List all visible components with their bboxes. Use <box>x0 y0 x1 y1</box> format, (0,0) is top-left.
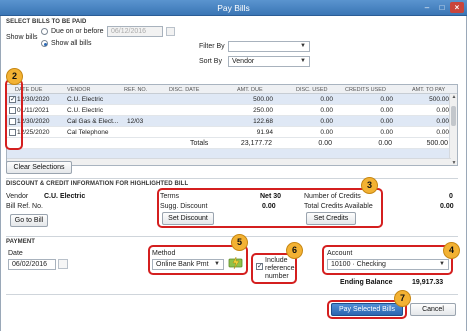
due-on-or-before-label: Due on or before <box>51 28 104 35</box>
amt-due-cell: 500.00 <box>253 96 273 103</box>
callout-badge: 4 <box>443 242 460 259</box>
divider <box>6 294 458 295</box>
table-header: DATE DUE VENDOR REF. NO. DISC. DATE AMT.… <box>7 85 457 94</box>
callout-badge: 7 <box>394 290 411 307</box>
disc-used-cell: 0.00 <box>320 96 333 103</box>
callout-badge: 2 <box>6 68 23 85</box>
total-amt-to-pay: 500.00 <box>426 140 448 147</box>
column-header[interactable]: DISC. DATE <box>169 87 199 93</box>
vendor-label: Vendor <box>6 193 29 200</box>
vendor-value: C.U. Electric <box>44 193 86 200</box>
show-bills-label: Show bills <box>6 34 38 41</box>
sort-by-select[interactable]: Vendor ▼ <box>228 56 310 67</box>
amt-to-pay-cell[interactable]: 0.00 <box>403 118 449 125</box>
amt-due-cell: 250.00 <box>253 107 273 114</box>
chevron-down-icon: ▼ <box>300 58 306 64</box>
ending-balance-label: Ending Balance <box>340 279 393 286</box>
vendor-cell: C.U. Electric <box>67 96 104 103</box>
callout-badge: 3 <box>361 177 378 194</box>
calendar-icon[interactable] <box>58 259 68 269</box>
disc-used-cell: 0.00 <box>320 107 333 114</box>
clear-selections-button[interactable]: Clear Selections <box>6 161 72 174</box>
calendar-icon[interactable] <box>166 27 175 36</box>
total-disc-used: 0.00 <box>318 140 332 147</box>
callout-box <box>5 79 23 150</box>
title-bar: Pay Bills – □ × <box>0 0 467 16</box>
due-on-or-before-radio[interactable] <box>41 28 48 35</box>
maximize-icon[interactable]: □ <box>435 2 449 13</box>
column-header[interactable]: REF. NO. <box>124 87 147 93</box>
window-title: Pay Bills <box>217 3 250 13</box>
column-header[interactable]: AMT. TO PAY <box>412 87 445 93</box>
amt-to-pay-cell[interactable]: 0.00 <box>403 107 449 114</box>
close-icon[interactable]: × <box>450 2 464 13</box>
go-to-bill-button[interactable]: Go to Bill <box>10 214 48 227</box>
table-row[interactable]: 12/30/2020 Cal Gas & Elect... 12/03 122.… <box>7 116 451 127</box>
credits-used-cell: 0.00 <box>380 96 393 103</box>
bill-ref-label: Bill Ref. No. <box>6 203 43 210</box>
amt-to-pay-cell[interactable]: 500.00 <box>403 96 449 103</box>
amt-due-cell: 122.68 <box>253 118 273 125</box>
column-header[interactable]: CREDITS USED <box>345 87 386 93</box>
payment-date-value: 06/02/2016 <box>12 261 48 268</box>
scroll-up-icon[interactable]: ▲ <box>450 94 457 100</box>
disc-used-cell: 0.00 <box>320 118 333 125</box>
due-date-field[interactable]: 06/12/2016 <box>107 26 163 37</box>
column-header[interactable]: AMT. DUE <box>237 87 263 93</box>
callout-badge: 5 <box>231 234 248 251</box>
due-date-value: 06/12/2016 <box>111 28 147 35</box>
minimize-icon[interactable]: – <box>420 2 434 13</box>
show-all-bills-radio[interactable] <box>41 40 48 47</box>
table-row <box>7 149 451 158</box>
credits-used-cell: 0.00 <box>380 129 393 136</box>
total-credits-used: 0.00 <box>378 140 392 147</box>
amt-due-cell: 91.94 <box>256 129 273 136</box>
table-row[interactable]: 01/11/2021 C.U. Electric 250.00 0.00 0.0… <box>7 105 451 116</box>
credits-used-cell: 0.00 <box>380 118 393 125</box>
callout-box <box>148 245 248 275</box>
show-all-bills-label: Show all bills <box>51 40 92 47</box>
callout-box <box>157 188 383 228</box>
ref-no-cell: 12/03 <box>127 118 144 125</box>
sort-by-value: Vendor <box>232 58 255 65</box>
sort-by-label: Sort By <box>199 58 222 65</box>
filter-by-select[interactable]: ▼ <box>228 41 310 52</box>
vendor-cell: Cal Telephone <box>67 129 109 136</box>
divider <box>6 178 458 179</box>
cancel-button[interactable]: Cancel <box>410 303 456 316</box>
scroll-down-icon[interactable]: ▼ <box>450 160 457 165</box>
horizontal-scrollbar[interactable] <box>7 158 451 165</box>
total-credits-value: 0.00 <box>440 203 454 210</box>
total-amt-due: 23,177.72 <box>240 140 272 147</box>
vendor-cell: C.U. Electric <box>67 107 104 114</box>
column-header[interactable]: DISC. USED <box>296 87 327 93</box>
discount-credit-heading: DISCOUNT & CREDIT INFORMATION FOR HIGHLI… <box>6 181 189 187</box>
credits-used-cell: 0.00 <box>380 107 393 114</box>
vendor-cell: Cal Gas & Elect... <box>67 118 119 125</box>
chevron-down-icon: ▼ <box>300 43 306 49</box>
totals-label: Totals <box>190 140 209 147</box>
payment-date-label: Date <box>8 250 23 257</box>
table-row[interactable]: 12/25/2020 Cal Telephone 91.94 0.00 0.00… <box>7 127 451 138</box>
scroll-thumb[interactable] <box>451 106 456 126</box>
column-header[interactable]: VENDOR <box>67 87 91 93</box>
amt-to-pay-cell[interactable]: 0.00 <box>403 129 449 136</box>
callout-badge: 6 <box>286 242 303 259</box>
table-scrollbar[interactable]: ▲ ▼ <box>449 94 457 165</box>
disc-used-cell: 0.00 <box>320 129 333 136</box>
filter-by-label: Filter By <box>199 43 225 50</box>
select-bills-heading: SELECT BILLS TO BE PAID <box>6 19 87 25</box>
payment-date-field[interactable]: 06/02/2016 <box>8 259 56 270</box>
bills-table: DATE DUE VENDOR REF. NO. DISC. DATE AMT.… <box>6 84 458 166</box>
ending-balance-value: 19,917.33 <box>412 279 444 286</box>
num-credits-value: 0 <box>449 193 453 200</box>
table-row[interactable]: ✓ 12/30/2020 C.U. Electric 500.00 0.00 0… <box>7 94 451 105</box>
payment-heading: PAYMENT <box>6 239 36 245</box>
callout-box <box>322 245 453 275</box>
